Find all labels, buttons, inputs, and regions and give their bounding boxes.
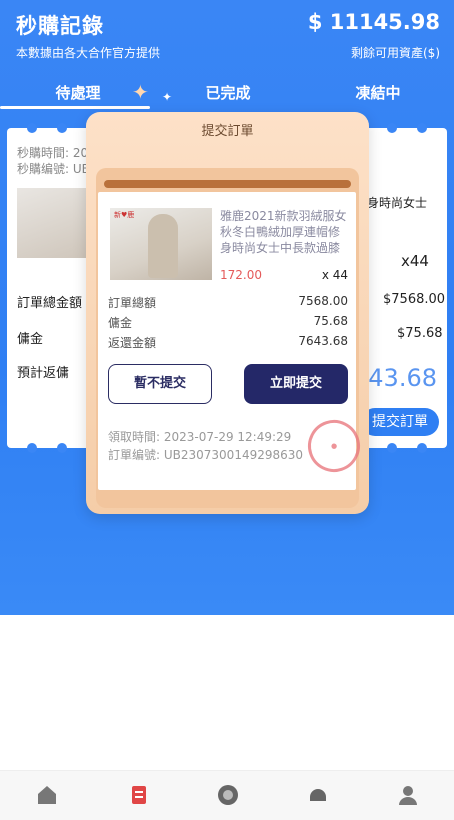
status-tabs: 待處理 已完成 凍結中 — [0, 76, 454, 110]
submit-order-button[interactable]: 提交訂單 — [361, 408, 439, 436]
refund-value: 7643.68 — [298, 334, 348, 348]
product-logo: 新♥鹿 — [114, 211, 135, 219]
order-total-value: 7568.00 — [298, 294, 348, 308]
bottom-navigation — [0, 770, 454, 820]
order-total-label: 訂單總額 — [108, 296, 157, 310]
balance-amount: $ 11145.98 — [307, 10, 440, 34]
sparkle-icon: ✦ — [132, 80, 149, 104]
profile-icon[interactable] — [396, 783, 420, 807]
commission-value: 75.68 — [313, 314, 348, 328]
order-receipt: 新♥鹿 雅鹿2021新款羽絨服女秋冬白鴨絨加厚連帽修身時尚女士中長款過膝 172… — [98, 192, 367, 490]
refund-row: 返還金額 7643.68 — [108, 334, 348, 351]
commission-label: 傭金 — [17, 332, 44, 347]
orders-icon[interactable] — [127, 783, 151, 807]
sparkle-small-icon: ✦ — [162, 90, 173, 104]
commission-value: $75.68 — [397, 326, 443, 341]
confirm-submit-button[interactable]: 立即提交 — [244, 364, 348, 404]
commission-row: 傭金 75.68 — [108, 314, 348, 331]
service-icon[interactable] — [306, 783, 330, 807]
receipt-order-number: 訂單编號: UB2307300149298630 — [108, 448, 304, 462]
tab-completed[interactable]: 已完成 — [168, 82, 288, 103]
product-thumbnail — [17, 188, 87, 258]
home-icon[interactable] — [35, 783, 59, 807]
tab-frozen[interactable]: 凍結中 — [318, 82, 438, 103]
product-price: 172.00 — [220, 268, 262, 282]
order-total-row: 訂單總額 7568.00 — [108, 294, 348, 311]
refund-label: 預計返傭 — [17, 366, 70, 381]
claim-time: 領取時間: 2023-07-29 12:49:29 — [108, 430, 292, 444]
tab-pending[interactable]: 待處理 — [18, 82, 138, 103]
order-time: 秒購時間: 20 — [17, 146, 89, 160]
active-tab-indicator — [0, 106, 150, 109]
page-title: 秒購記錄 — [16, 14, 104, 38]
grab-icon[interactable] — [216, 783, 240, 807]
product-image: 新♥鹿 — [110, 208, 212, 280]
order-number: 秒購编號: UB — [17, 162, 90, 176]
refund-label: 返還金額 — [108, 336, 157, 350]
page-subtitle: 本數據由各大合作官方提供 — [16, 46, 161, 60]
cancel-submit-button[interactable]: 暫不提交 — [108, 364, 212, 404]
commission-label: 傭金 — [108, 316, 133, 330]
balance-label: 剩餘可用資產($) — [351, 46, 440, 60]
product-qty: x44 — [401, 252, 429, 270]
product-name: 雅鹿2021新款羽絨服女秋冬白鴨絨加厚連帽修身時尚女士中長款過膝 — [220, 209, 347, 255]
product-name-fragment: 身時尚女士 — [367, 196, 428, 210]
total-value: $7568.00 — [383, 292, 446, 307]
printer-slot — [104, 180, 351, 188]
modal-title: 提交訂單 — [201, 124, 254, 139]
product-qty: x 44 — [321, 268, 348, 282]
coat-figure — [148, 214, 178, 278]
total-label: 訂單總金額 — [17, 296, 83, 311]
